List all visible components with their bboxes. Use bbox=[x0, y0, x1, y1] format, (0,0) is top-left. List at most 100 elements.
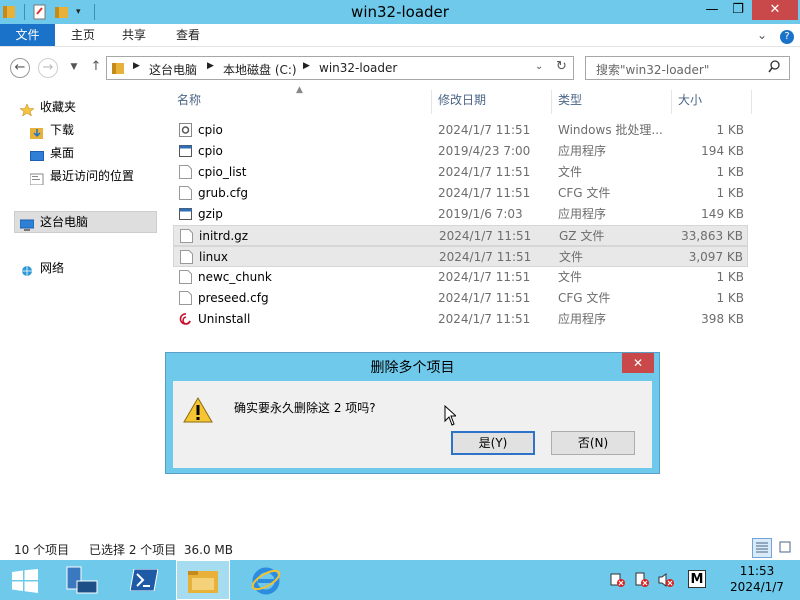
star-icon bbox=[19, 102, 35, 117]
search-input[interactable]: 搜索"win32-loader" bbox=[585, 56, 790, 80]
nav-favorites[interactable]: 收藏夹 bbox=[19, 97, 76, 117]
file-type: 文件 bbox=[559, 250, 584, 264]
file-row[interactable]: Uninstall 2024/1/7 11:51 应用程序 398 KB bbox=[173, 309, 748, 330]
column-header-size[interactable]: 大小 bbox=[672, 90, 752, 114]
nav-desktop[interactable]: 桌面 bbox=[30, 143, 74, 163]
no-button[interactable]: 否(N) bbox=[551, 431, 635, 455]
window-title: win32-loader bbox=[351, 3, 449, 21]
address-row: ← → ▼ ↑ ▶ 这台电脑 ▶ 本地磁盘 (C:) ▶ win32-loade… bbox=[0, 46, 800, 88]
file-name: initrd.gz bbox=[199, 229, 249, 243]
nav-network[interactable]: 网络 bbox=[20, 258, 64, 278]
file-row[interactable]: linux 2024/1/7 11:51 文件 3,097 KB bbox=[173, 246, 748, 267]
computer-icon bbox=[19, 217, 35, 231]
tab-share[interactable]: 共享 bbox=[114, 24, 154, 46]
address-dropdown-icon[interactable]: ⌄ bbox=[535, 61, 543, 72]
file-row[interactable]: cpio 2024/1/7 11:51 Windows 批处理... 1 KB bbox=[173, 120, 748, 141]
debian-swirl-icon bbox=[179, 312, 192, 326]
file-type: GZ 文件 bbox=[559, 229, 605, 243]
nav-downloads[interactable]: 下载 bbox=[30, 120, 74, 140]
folder-icon bbox=[111, 61, 125, 78]
start-button[interactable] bbox=[0, 560, 50, 600]
status-bar: 10 个项目 已选择 2 个项目 36.0 MB bbox=[0, 536, 800, 560]
minimize-button[interactable]: — bbox=[698, 0, 726, 20]
dialog-title: 删除多个项目 bbox=[370, 360, 455, 376]
file-size: 1 KB bbox=[716, 123, 744, 137]
search-icon[interactable] bbox=[768, 60, 780, 77]
help-button[interactable]: ? bbox=[778, 24, 796, 46]
batch-file-icon bbox=[179, 123, 192, 137]
file-type: CFG 文件 bbox=[558, 291, 611, 305]
dialog-close-button[interactable]: ✕ bbox=[622, 353, 654, 373]
item-count: 10 个项目 bbox=[14, 543, 70, 557]
clock[interactable]: 11:53 2024/1/7 bbox=[722, 563, 792, 595]
breadcrumb-folder[interactable]: win32-loader bbox=[319, 61, 397, 75]
forward-arrow-icon: → bbox=[42, 60, 54, 75]
breadcrumb-separator-icon[interactable]: ▶ bbox=[133, 61, 140, 71]
network-tray-error-icon[interactable] bbox=[610, 572, 626, 591]
breadcrumb-thispc[interactable]: 这台电脑 bbox=[149, 61, 197, 78]
column-header-date[interactable]: 修改日期 bbox=[432, 90, 552, 114]
server-manager-button[interactable] bbox=[56, 560, 106, 600]
volume-muted-icon[interactable] bbox=[658, 572, 674, 591]
breadcrumb-separator-icon[interactable]: ▶ bbox=[207, 61, 214, 71]
file-row[interactable]: newc_chunk 2024/1/7 11:51 文件 1 KB bbox=[173, 267, 748, 288]
tab-home[interactable]: 主页 bbox=[63, 24, 103, 46]
file-name: cpio bbox=[198, 144, 223, 158]
file-row[interactable]: preseed.cfg 2024/1/7 11:51 CFG 文件 1 KB bbox=[173, 288, 748, 309]
file-row[interactable]: gzip 2019/1/6 7:03 应用程序 149 KB bbox=[173, 204, 748, 225]
details-view-icon[interactable] bbox=[752, 538, 772, 558]
delete-dialog: 删除多个项目 ✕ 确实要永久删除这 2 项吗? 是(Y) 否(N) bbox=[165, 352, 660, 474]
nav-desktop-label: 桌面 bbox=[50, 146, 75, 160]
file-size: 1 KB bbox=[716, 270, 744, 284]
action-center-icon[interactable] bbox=[634, 572, 650, 591]
ime-indicator[interactable]: M bbox=[688, 570, 706, 588]
yes-button[interactable]: 是(Y) bbox=[451, 431, 535, 455]
breadcrumb-drive[interactable]: 本地磁盘 (C:) bbox=[223, 61, 297, 78]
up-button[interactable]: ↑ bbox=[86, 58, 106, 78]
file-row[interactable]: cpio_list 2024/1/7 11:51 文件 1 KB bbox=[173, 162, 748, 183]
recent-locations-chevron-icon[interactable]: ▼ bbox=[64, 58, 84, 78]
ribbon-expand-icon[interactable]: ⌄ bbox=[752, 24, 772, 46]
file-type: 文件 bbox=[558, 270, 583, 284]
large-icons-view-icon[interactable] bbox=[776, 538, 796, 558]
clock-time: 11:53 bbox=[739, 564, 775, 578]
breadcrumb-separator-icon[interactable]: ▶ bbox=[303, 61, 310, 71]
refresh-icon[interactable]: ↻ bbox=[556, 59, 567, 74]
internet-explorer-button[interactable] bbox=[240, 560, 290, 600]
column-header-name[interactable]: 名称 bbox=[171, 90, 432, 114]
forward-button[interactable]: → bbox=[38, 58, 58, 78]
file-type: 应用程序 bbox=[558, 207, 607, 221]
tab-file[interactable]: 文件 bbox=[0, 24, 55, 46]
text-cursor-icon bbox=[444, 404, 458, 430]
file-date: 2019/4/23 7:00 bbox=[438, 144, 531, 158]
back-button[interactable]: ← bbox=[10, 58, 30, 78]
address-bar[interactable]: ▶ 这台电脑 ▶ 本地磁盘 (C:) ▶ win32-loader ⌄ ↻ bbox=[106, 56, 574, 80]
file-date: 2024/1/7 11:51 bbox=[439, 250, 532, 264]
nav-recent[interactable]: 最近访问的位置 bbox=[29, 166, 134, 186]
title-bar[interactable]: ▾ win32-loader — ❐ ✕ bbox=[0, 0, 800, 24]
column-header-type[interactable]: 类型 bbox=[552, 90, 672, 114]
powershell-button[interactable] bbox=[118, 560, 168, 600]
nav-thispc[interactable]: 这台电脑 bbox=[19, 212, 89, 232]
up-arrow-icon: ↑ bbox=[90, 59, 102, 74]
file-row[interactable]: cpio 2019/4/23 7:00 应用程序 194 KB bbox=[173, 141, 748, 162]
tab-view[interactable]: 查看 bbox=[168, 24, 208, 46]
recent-places-icon bbox=[29, 171, 44, 185]
close-button[interactable]: ✕ bbox=[752, 0, 798, 20]
file-date: 2024/1/7 11:51 bbox=[439, 229, 532, 243]
windows-logo-icon bbox=[12, 569, 38, 596]
file-row[interactable]: initrd.gz 2024/1/7 11:51 GZ 文件 33,863 KB bbox=[173, 225, 748, 246]
file-row[interactable]: grub.cfg 2024/1/7 11:51 CFG 文件 1 KB bbox=[173, 183, 748, 204]
nav-downloads-label: 下载 bbox=[50, 123, 75, 137]
file-size: 398 KB bbox=[701, 312, 744, 326]
application-icon bbox=[179, 207, 192, 221]
file-name: newc_chunk bbox=[198, 270, 272, 284]
back-arrow-icon: ← bbox=[14, 60, 26, 75]
maximize-button[interactable]: ❐ bbox=[724, 0, 752, 20]
file-explorer-button[interactable] bbox=[176, 560, 230, 600]
file-type: 应用程序 bbox=[558, 144, 607, 158]
file-date: 2024/1/7 11:51 bbox=[438, 186, 531, 200]
file-size: 33,863 KB bbox=[681, 229, 743, 243]
file-name: preseed.cfg bbox=[198, 291, 269, 305]
nav-thispc-label: 这台电脑 bbox=[40, 215, 89, 229]
